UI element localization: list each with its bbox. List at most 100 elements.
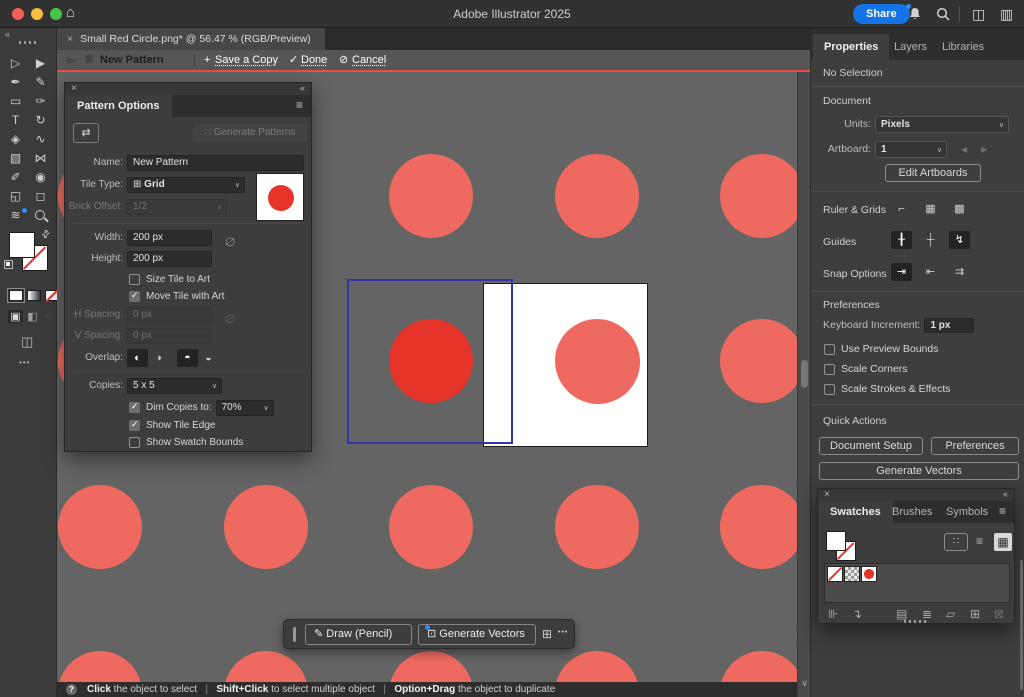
- panel-toggle-icon[interactable]: ▥: [1000, 6, 1013, 22]
- tab-brushes[interactable]: Brushes: [892, 501, 932, 523]
- width-input[interactable]: 200 px: [127, 230, 212, 246]
- tab-properties[interactable]: Properties: [813, 34, 889, 60]
- draw-behind-mode-icon[interactable]: ◧: [25, 310, 40, 323]
- scale-strokes-effects-checkbox[interactable]: [824, 384, 835, 395]
- gradient-mode-button[interactable]: [27, 290, 41, 301]
- pattern-name-input[interactable]: New Pattern: [127, 155, 304, 171]
- pattern-tile-tool-button[interactable]: ⇄: [73, 123, 99, 143]
- tab-swatches[interactable]: Swatches: [818, 501, 893, 523]
- default-fill-stroke-icon[interactable]: [4, 260, 13, 269]
- direct-selection-tool-icon[interactable]: ▶: [28, 54, 53, 73]
- preferences-button[interactable]: Preferences: [931, 437, 1019, 455]
- fill-color-well[interactable]: [9, 232, 35, 258]
- move-tile-with-art-checkbox[interactable]: ✓: [129, 291, 140, 302]
- dim-copies-checkbox[interactable]: ✓: [129, 402, 140, 413]
- rectangle-tool-icon[interactable]: ▭: [3, 92, 28, 111]
- add-image-icon[interactable]: ⊞: [542, 627, 552, 641]
- overlap-bottom-in-front-button[interactable]: ◒: [198, 349, 219, 367]
- list-view-icon[interactable]: ≡: [976, 534, 983, 548]
- show-guides-icon[interactable]: ╂: [891, 231, 912, 249]
- type-tool-icon[interactable]: T: [3, 111, 28, 130]
- tab-layers[interactable]: Layers: [883, 34, 938, 60]
- rotate-tool-icon[interactable]: ↻: [28, 111, 53, 130]
- document-tab[interactable]: ×Small Red Circle.png* @ 56.47 % (RGB/Pr…: [57, 28, 325, 50]
- generate-vectors-quick-action-button[interactable]: Generate Vectors: [819, 462, 1019, 480]
- show-tile-edge-checkbox[interactable]: ✓: [129, 420, 140, 431]
- edit-toolbar-icon[interactable]: •••: [19, 358, 30, 367]
- dim-copies-dropdown[interactable]: 70% ∨: [216, 400, 274, 416]
- cancel-link[interactable]: Cancel: [352, 50, 386, 70]
- generate-vectors-button[interactable]: ⊡ Generate Vectors: [418, 624, 536, 645]
- overlap-left-in-front-button[interactable]: ◐: [127, 349, 148, 367]
- search-icon[interactable]: [936, 7, 950, 21]
- taskbar-drag-handle[interactable]: [293, 627, 296, 642]
- fill-proxy-swatch[interactable]: [826, 531, 846, 551]
- screen-mode-icon[interactable]: ◫: [21, 334, 33, 350]
- pattern-tile-edge[interactable]: [347, 279, 513, 444]
- tab-libraries[interactable]: Libraries: [931, 34, 995, 60]
- draw-normal-mode-icon[interactable]: ▣: [8, 310, 23, 323]
- panel-menu-icon[interactable]: ≡: [999, 504, 1006, 518]
- selection-tool-icon[interactable]: ▷: [3, 54, 28, 73]
- scale-corners-checkbox[interactable]: [824, 364, 835, 375]
- close-icon[interactable]: ×: [824, 489, 830, 500]
- keyboard-increment-input[interactable]: 1 px: [924, 318, 974, 333]
- shape-builder-tool-icon[interactable]: ◱: [3, 187, 28, 206]
- close-tab-icon[interactable]: ×: [67, 33, 73, 45]
- grid-view-icon[interactable]: ▦: [994, 533, 1012, 551]
- exit-pattern-mode-icon[interactable]: ⇦: [66, 50, 76, 70]
- draw-pencil-button[interactable]: ✎ Draw (Pencil): [305, 624, 412, 645]
- eraser-tool-icon[interactable]: ◈: [3, 130, 28, 149]
- vertical-scrollbar[interactable]: ∨: [797, 72, 810, 697]
- collapse-icon[interactable]: «: [1003, 489, 1008, 499]
- intertwine-tool-icon[interactable]: ≋: [3, 206, 28, 225]
- swatch-libraries-icon[interactable]: ⊪: [828, 607, 838, 621]
- show-grid-icon[interactable]: ▦: [920, 200, 941, 218]
- lasso-tool-icon[interactable]: ∿: [28, 130, 53, 149]
- paintbrush-tool-icon[interactable]: ✑: [28, 92, 53, 111]
- swatch-pattern[interactable]: [844, 566, 860, 582]
- pen-tool-icon[interactable]: ✒: [3, 73, 28, 92]
- show-swatch-kinds-button[interactable]: ∷: [944, 533, 968, 551]
- smart-guides-icon[interactable]: ↯: [949, 231, 970, 249]
- snap-to-point-icon[interactable]: ⇥: [891, 263, 912, 281]
- show-rulers-icon[interactable]: ⌐: [891, 200, 912, 218]
- collapse-tools-icon[interactable]: «: [5, 29, 10, 39]
- help-icon[interactable]: ?: [66, 684, 77, 695]
- tab-pattern-options[interactable]: Pattern Options: [65, 95, 172, 117]
- swatch-kinds-icon[interactable]: ▤: [896, 607, 907, 621]
- document-setup-button[interactable]: Document Setup: [819, 437, 923, 455]
- size-tile-to-art-checkbox[interactable]: [129, 274, 140, 285]
- share-button[interactable]: Share: [853, 4, 910, 24]
- link-dimensions-icon[interactable]: ∅: [224, 234, 237, 250]
- scrollbar-thumb[interactable]: [801, 360, 808, 388]
- tile-type-dropdown[interactable]: ⊞ Grid ∨: [127, 177, 245, 193]
- panel-menu-icon[interactable]: ≡: [296, 98, 303, 112]
- tab-symbols[interactable]: Symbols: [946, 501, 988, 523]
- more-options-icon[interactable]: •••: [558, 629, 568, 636]
- panel-scrollbar-thumb[interactable]: [1020, 560, 1023, 690]
- lock-guides-icon[interactable]: ┼: [920, 231, 941, 249]
- width-tool-icon[interactable]: ⋈: [28, 149, 53, 168]
- overlap-right-in-front-button[interactable]: ◑: [148, 349, 169, 367]
- snap-to-grid-icon[interactable]: ⇤: [920, 263, 941, 281]
- tools-drag-handle[interactable]: [19, 41, 38, 44]
- show-transparency-grid-icon[interactable]: ▩: [949, 200, 970, 218]
- save-a-copy-link[interactable]: Save a Copy: [215, 50, 278, 70]
- curvature-tool-icon[interactable]: ✎: [28, 73, 53, 92]
- use-preview-bounds-checkbox[interactable]: [824, 344, 835, 355]
- artboard-dropdown[interactable]: 1 ∨: [875, 141, 947, 158]
- workspace-switcher-icon[interactable]: ◫: [972, 6, 985, 22]
- snap-to-pixel-icon[interactable]: ⇉: [949, 263, 970, 281]
- height-input[interactable]: 200 px: [127, 251, 212, 267]
- edit-artboards-button[interactable]: Edit Artboards: [885, 164, 981, 182]
- new-color-group-icon[interactable]: ▱: [946, 607, 955, 621]
- copies-dropdown[interactable]: 5 x 5 ∨: [127, 378, 222, 394]
- gradient-tool-icon[interactable]: ▧: [3, 149, 28, 168]
- panel-resize-handle[interactable]: [904, 620, 928, 623]
- units-dropdown[interactable]: Pixels ∨: [875, 116, 1009, 133]
- collapse-icon[interactable]: «: [300, 83, 305, 93]
- add-from-library-icon[interactable]: ↴: [852, 607, 862, 621]
- show-swatch-bounds-checkbox[interactable]: [129, 437, 140, 448]
- done-link[interactable]: Done: [301, 50, 327, 70]
